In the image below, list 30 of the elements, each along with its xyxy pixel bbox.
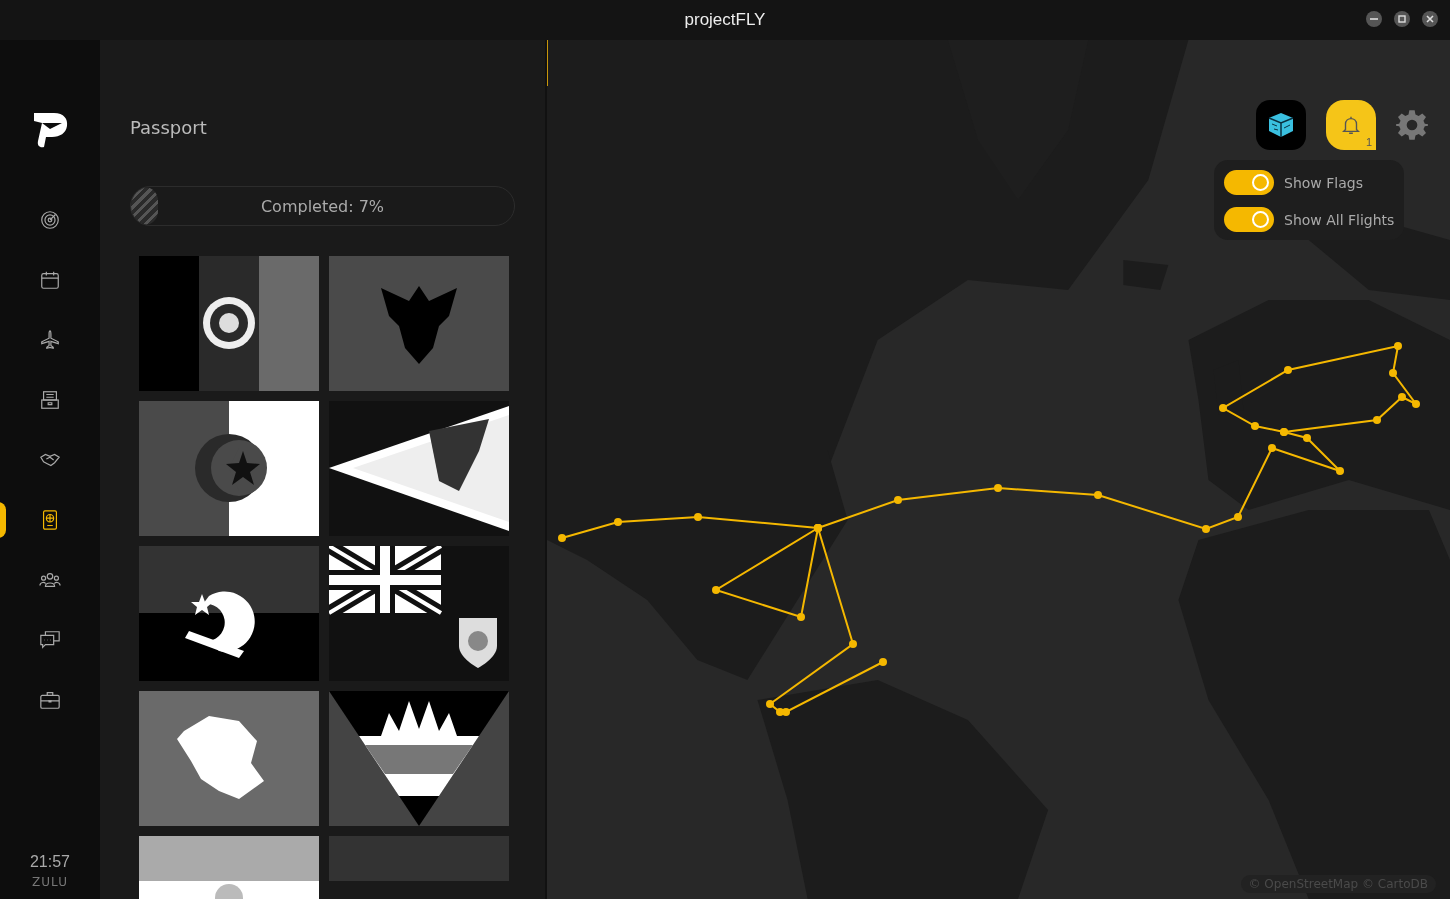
settings-icon[interactable] — [1396, 109, 1428, 141]
flag-drawing[interactable] — [139, 256, 319, 391]
minimize-button[interactable] — [1366, 11, 1382, 27]
toggle-label: Show Flags — [1284, 174, 1363, 191]
progress-label: Completed: 7% — [260, 196, 385, 216]
flag-drawing[interactable] — [329, 546, 509, 681]
timezone-label: ZULU — [32, 875, 68, 889]
window-title: projectFLY — [684, 10, 766, 30]
briefcase-icon[interactable] — [39, 689, 61, 711]
toggle-label: Show All Flights — [1284, 211, 1395, 228]
logo-icon[interactable] — [32, 111, 68, 149]
cube-icon[interactable] — [1256, 100, 1306, 150]
archive-icon[interactable] — [39, 389, 61, 411]
flag-drawing[interactable] — [139, 546, 319, 681]
calendar-icon[interactable] — [39, 269, 61, 291]
notifications-button[interactable]: 1 — [1326, 100, 1376, 150]
toggle-switch[interactable] — [1224, 170, 1274, 195]
chat-icon[interactable] — [39, 629, 61, 651]
flag-drawing[interactable] — [329, 401, 509, 536]
clock-time: 21:57 — [29, 853, 70, 871]
bell-icon — [1340, 114, 1362, 136]
flag-drawing[interactable] — [329, 691, 509, 826]
panel-title: Passport — [130, 117, 208, 138]
radar-icon[interactable] — [39, 209, 61, 231]
toggle-switch[interactable] — [1224, 207, 1274, 232]
notification-count: 1 — [1365, 136, 1372, 148]
close-button[interactable] — [1422, 11, 1438, 27]
flag-drawing[interactable] — [139, 401, 319, 536]
restore-button[interactable] — [1394, 11, 1410, 27]
plane-icon[interactable] — [39, 329, 61, 351]
